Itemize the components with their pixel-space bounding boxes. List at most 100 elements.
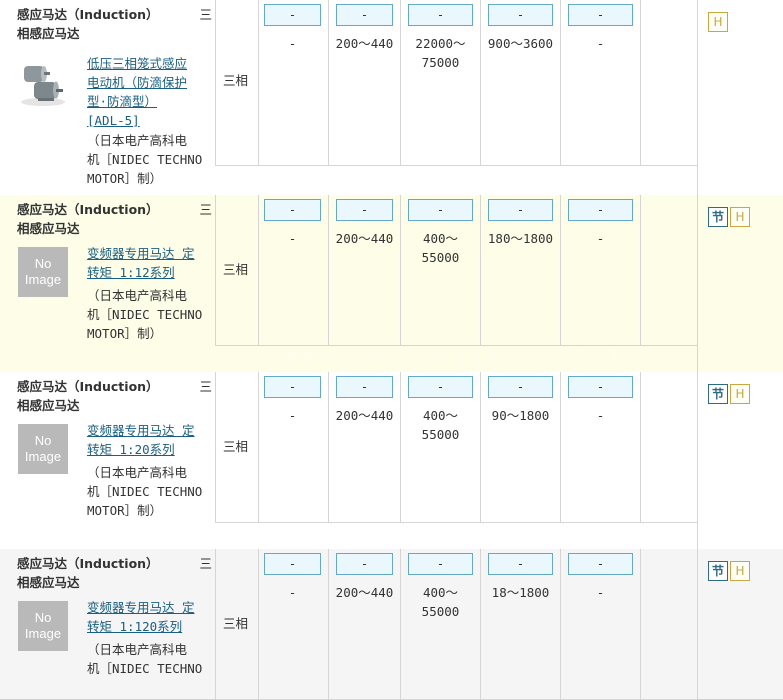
spec-value-line: 90～1800 <box>491 408 550 423</box>
spec-value-line: 22000～ <box>415 36 466 51</box>
product-link[interactable]: 变频器专用马达 定转矩 1:12系列 <box>87 244 212 282</box>
spec-group: - - -200～440-400～ 55000-90～1800- - <box>257 372 698 522</box>
no-image-text: Image <box>24 272 62 287</box>
spec-value-line: 200～440 <box>335 36 394 51</box>
spec-value-line: 55000 <box>421 427 460 442</box>
h-badge-icon[interactable]: H <box>730 207 750 227</box>
h-badge-icon[interactable]: H <box>730 384 750 404</box>
spec-filter-button[interactable]: - <box>408 376 473 398</box>
product-image[interactable] <box>18 58 68 108</box>
spec-group: - - -200～440-400～ 55000-180～1800- - <box>257 195 698 345</box>
manufacturer-line: 机［NIDEC TECHNO <box>87 484 203 499</box>
jie-badge-icon[interactable]: 节 <box>708 384 728 404</box>
category-phase-prefix: 三 <box>199 379 212 394</box>
spec-value-line: - <box>596 408 605 423</box>
product-link[interactable]: 低压三相笼式感应 电动机（防滴保护 型·防滴型） [ADL-5] <box>87 54 212 130</box>
phase-cell: 三相 <box>215 372 259 522</box>
spec-filter-button[interactable]: - <box>336 553 393 575</box>
spec-filter-button[interactable]: - <box>488 4 553 26</box>
spec-value-line: 400～ <box>422 231 459 246</box>
spec-value-line: 400～ <box>422 585 459 600</box>
spec-footer-cell <box>215 522 698 549</box>
spec-value-line: - <box>288 231 297 246</box>
spec-value-line: 900～3600 <box>487 36 554 51</box>
spec-footer-cell <box>215 165 698 195</box>
spec-filter-button[interactable]: - <box>488 376 553 398</box>
product-link-line[interactable]: 型·防滴型） <box>87 92 212 111</box>
table-row: 感应马达（Induction） 三相感应马达 No Image 变频器专用马达 定转矩 … <box>0 549 783 700</box>
spec-filter-button[interactable]: - <box>264 4 321 26</box>
category-label: 感应马达（Induction） 三相感应马达 <box>17 377 212 415</box>
spec-cell: - 180～1800 <box>481 195 561 345</box>
product-link-line[interactable]: 转矩 1:20系列 <box>87 440 212 459</box>
spec-filter-button[interactable]: - <box>568 553 633 575</box>
manufacturer-note: （日本电产高科电 机［NIDEC TECHNO MOTOR］制） <box>87 131 217 188</box>
manufacturer-line: 机［NIDEC TECHNO <box>87 307 203 322</box>
phase-cell: 三相 <box>215 549 259 699</box>
spec-value-line: 55000 <box>421 250 460 265</box>
manufacturer-line: （日本电产高科电 <box>87 642 188 657</box>
jie-badge-icon[interactable]: 节 <box>708 561 728 581</box>
no-image-placeholder[interactable]: No Image <box>18 247 68 297</box>
spec-cell: - 200～440 <box>329 372 401 522</box>
spec-cell: -- <box>257 0 329 165</box>
product-link-line[interactable]: 变频器专用马达 定 <box>87 421 212 440</box>
no-image-text: No <box>34 256 52 271</box>
manufacturer-line: MOTOR］制） <box>87 171 163 186</box>
spec-cell: -- <box>257 372 329 522</box>
spec-footer-cell <box>215 345 698 372</box>
spec-filter-button[interactable]: - <box>408 199 473 221</box>
manufacturer-line: （日本电产高科电 <box>87 465 188 480</box>
product-link-line[interactable]: 转矩 1:12系列 <box>87 263 212 282</box>
spec-value: 400～ 55000 <box>401 583 480 621</box>
spec-filter-button[interactable]: - <box>264 376 321 398</box>
product-link[interactable]: 变频器专用马达 定转矩 1:120系列 <box>87 598 212 636</box>
product-link-line[interactable]: 电动机（防滴保护 <box>87 73 212 92</box>
spec-value-line: 400～ <box>422 408 459 423</box>
spec-filter-button[interactable]: - <box>408 553 473 575</box>
no-image-placeholder[interactable]: No Image <box>18 601 68 651</box>
spec-filter-button[interactable]: - <box>488 553 553 575</box>
spec-value-line: 75000 <box>421 55 460 70</box>
spec-value: - <box>561 34 640 53</box>
spec-filter-button[interactable]: - <box>336 4 393 26</box>
spec-filter-button[interactable]: - <box>568 376 633 398</box>
spec-cell: -- <box>561 372 641 522</box>
table-row: 感应马达（Induction） 三相感应马达 No Image 变频器专用马达 定转矩 … <box>0 195 783 373</box>
spec-filter-button[interactable]: - <box>264 199 321 221</box>
product-link-line[interactable]: 转矩 1:120系列 <box>87 617 212 636</box>
manufacturer-line: MOTOR］制） <box>87 503 163 518</box>
phase-value: 三相 <box>223 262 249 277</box>
product-link-line[interactable]: [ADL-5] <box>87 111 212 130</box>
spec-filter-button[interactable]: - <box>336 199 393 221</box>
spec-filter-button[interactable]: - <box>568 199 633 221</box>
spec-group: - - -200～440-400～ 55000-18～1800- - <box>257 549 698 699</box>
product-link-line[interactable]: 低压三相笼式感应 <box>87 54 212 73</box>
category-label: 感应马达（Induction） 三相感应马达 <box>17 554 212 592</box>
h-badge-icon[interactable]: H <box>730 561 750 581</box>
category-phase-prefix: 三 <box>199 202 212 217</box>
product-link[interactable]: 变频器专用马达 定转矩 1:20系列 <box>87 421 212 459</box>
h-badge-icon[interactable]: H <box>708 12 728 32</box>
spec-filter-button[interactable]: - <box>408 4 473 26</box>
manufacturer-line: 机［NIDEC TECHNO <box>87 152 203 167</box>
manufacturer-note: （日本电产高科电 机［NIDEC TECHNO MOTOR］制） <box>87 463 217 520</box>
spec-filter-button[interactable]: - <box>336 376 393 398</box>
spec-value-line: - <box>288 585 297 600</box>
product-cell: 感应马达（Induction） 三相感应马达 No Image 变频器专用马达 定转矩 … <box>10 195 212 372</box>
spec-value: - <box>257 583 328 602</box>
category-name: 感应马达（Induction） <box>17 202 159 217</box>
spec-filter-button[interactable]: - <box>568 4 633 26</box>
spec-value: 200～440 <box>329 34 400 53</box>
spec-value: - <box>561 583 640 602</box>
spec-filter-button[interactable]: - <box>264 553 321 575</box>
category-subname: 相感应马达 <box>17 221 80 236</box>
spec-filter-button[interactable]: - <box>488 199 553 221</box>
no-image-placeholder[interactable]: No Image <box>18 424 68 474</box>
spec-value-line: 18～1800 <box>491 585 550 600</box>
manufacturer-line: （日本电产高科电 <box>87 288 188 303</box>
jie-badge-icon[interactable]: 节 <box>708 207 728 227</box>
phase-cell: 三相 <box>215 195 259 345</box>
product-link-line[interactable]: 变频器专用马达 定 <box>87 598 212 617</box>
product-link-line[interactable]: 变频器专用马达 定 <box>87 244 212 263</box>
